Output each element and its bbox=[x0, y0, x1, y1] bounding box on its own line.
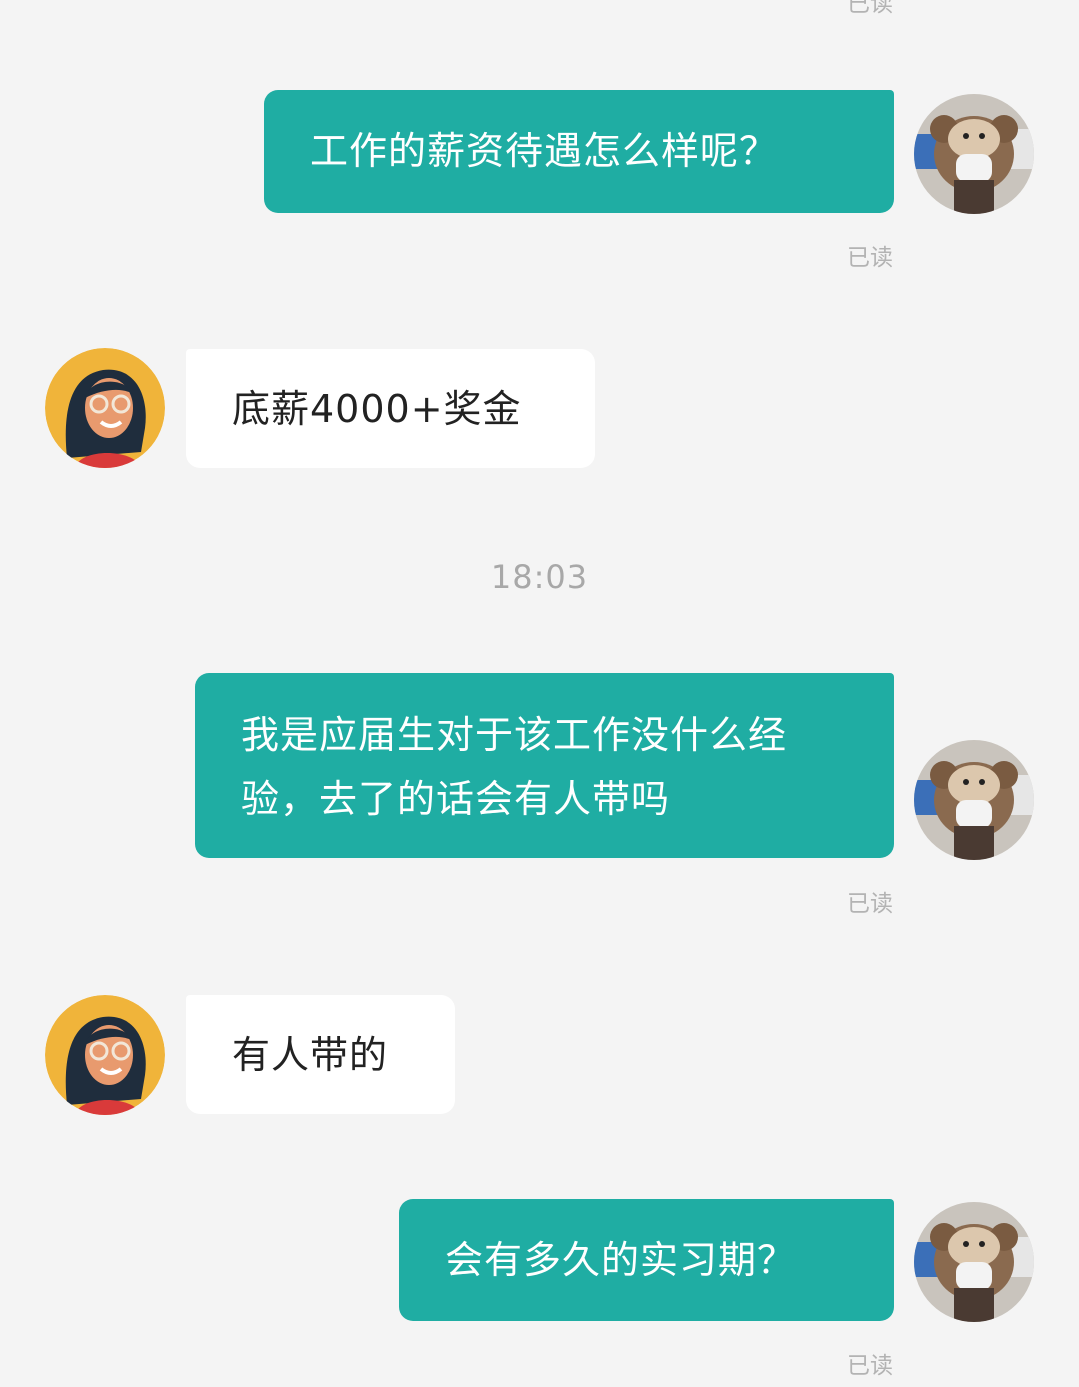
message-text: 底薪4000+奖金 bbox=[232, 387, 522, 431]
read-receipt: 已读 bbox=[847, 1353, 893, 1379]
user-avatar-image bbox=[914, 1202, 1034, 1322]
read-receipt: 已读 bbox=[847, 891, 893, 917]
message-text: 有人带的 bbox=[232, 1033, 389, 1077]
user-avatar-icon[interactable] bbox=[914, 1202, 1034, 1322]
message-bubble-outgoing[interactable]: 会有多久的实习期？ bbox=[399, 1199, 894, 1321]
timestamp: 18:03 bbox=[490, 558, 589, 596]
user-avatar-icon[interactable] bbox=[914, 740, 1034, 860]
read-receipt: 已读 bbox=[847, 245, 893, 271]
recruiter-avatar-icon[interactable] bbox=[45, 348, 165, 468]
message-bubble-outgoing[interactable]: 我是应届生对于该工作没什么经验，去了的话会有人带吗 bbox=[195, 673, 894, 858]
message-text: 工作的薪资待遇怎么样呢？ bbox=[310, 129, 779, 173]
recruiter-avatar-image bbox=[45, 995, 165, 1115]
message-text: 会有多久的实习期？ bbox=[445, 1238, 797, 1282]
recruiter-avatar-image bbox=[45, 348, 165, 468]
message-bubble-incoming[interactable]: 有人带的 bbox=[186, 995, 455, 1114]
message-text: 我是应届生对于该工作没什么经验，去了的话会有人带吗 bbox=[241, 713, 788, 821]
read-receipt-partial: 已读 bbox=[847, 0, 893, 17]
recruiter-avatar-icon[interactable] bbox=[45, 995, 165, 1115]
user-avatar-image bbox=[914, 740, 1034, 860]
message-bubble-incoming[interactable]: 底薪4000+奖金 bbox=[186, 349, 595, 468]
message-bubble-outgoing[interactable]: 工作的薪资待遇怎么样呢？ bbox=[264, 90, 894, 213]
user-avatar-image bbox=[914, 94, 1034, 214]
user-avatar-icon[interactable] bbox=[914, 94, 1034, 214]
